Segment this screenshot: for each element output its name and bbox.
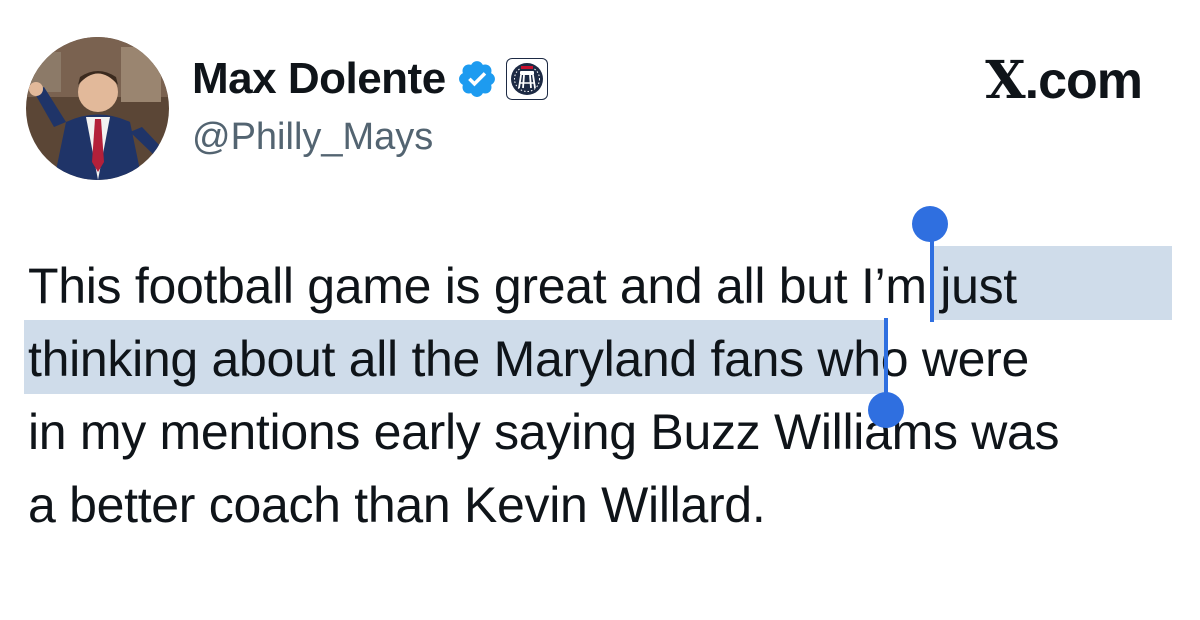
selection-start-caret	[930, 232, 934, 322]
tweet-line-2: thinking about all the Maryland fans who…	[28, 323, 1178, 396]
user-handle[interactable]: @Philly_Mays	[192, 113, 433, 161]
x-logo-icon: X	[985, 50, 1025, 111]
tweet-text[interactable]: This football game is great and all but …	[28, 250, 1178, 542]
selected-text-segment[interactable]: thinking about all the Maryland fans	[28, 331, 804, 387]
selection-end-handle[interactable]	[868, 318, 916, 436]
affiliate-badge-icon[interactable]	[505, 58, 548, 100]
tweet-line-3: in my mentions early saying Buzz William…	[28, 404, 1060, 460]
tweet-line-4: a better coach than Kevin Willard.	[28, 477, 766, 533]
site-domain: .com	[1024, 52, 1143, 110]
tweet-text-segment: who were	[803, 331, 1029, 387]
x-com-label: X.com	[985, 50, 1143, 111]
tweet-line-1: This football game is great and all but …	[28, 250, 1178, 323]
selection-end-knob[interactable]	[868, 392, 904, 428]
verified-badge-icon	[456, 58, 498, 100]
tweet-text-segment: This football game is great and all but	[28, 258, 861, 314]
display-name-row[interactable]: Max Dolente	[192, 52, 548, 106]
display-name[interactable]: Max Dolente	[192, 52, 446, 106]
avatar[interactable]	[26, 37, 169, 180]
selection-start-handle[interactable]	[912, 206, 956, 322]
